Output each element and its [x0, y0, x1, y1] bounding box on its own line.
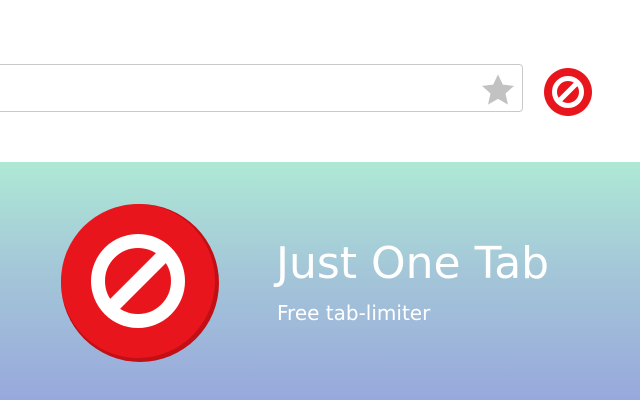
- app-subtitle: Free tab-limiter: [277, 301, 431, 325]
- browser-toolbar: [0, 0, 640, 162]
- app-title: Just One Tab: [276, 238, 550, 289]
- address-bar[interactable]: [0, 64, 523, 112]
- no-entry-icon: [61, 204, 219, 362]
- extension-button[interactable]: [542, 66, 594, 118]
- no-entry-icon: [544, 68, 592, 116]
- star-icon[interactable]: [478, 70, 518, 110]
